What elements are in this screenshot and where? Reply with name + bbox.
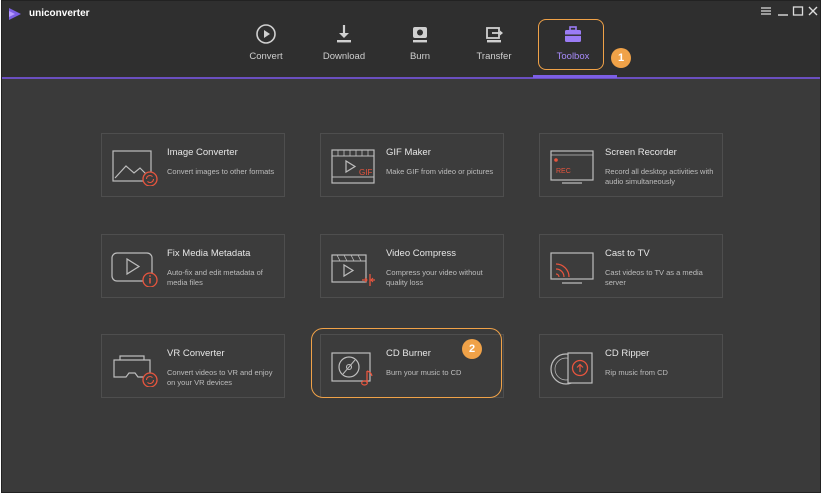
tab-convert[interactable]: Convert [233, 19, 299, 69]
vr-converter-icon [113, 355, 158, 387]
tool-description: Compress your video without quality loss [386, 268, 483, 287]
tool-title: CD Burner [386, 348, 431, 359]
transfer-icon [486, 27, 503, 43]
screen-recorder-icon: REC [550, 150, 594, 184]
tool-image-converter[interactable]: Image Converter Convert images to other … [101, 133, 285, 197]
app-window: uniconverter Convert Download Burn Trans… [1, 0, 821, 493]
tool-title: Fix Media Metadata [167, 248, 251, 259]
tab-download[interactable]: Download [311, 19, 377, 69]
tool-cast-to-tv[interactable]: Cast to TV Cast videos to TV as a media … [539, 234, 723, 298]
video-compress-icon [331, 254, 375, 286]
tool-description: Convert videos to VR and enjoy on your V… [167, 368, 273, 387]
cd-burner-icon [331, 352, 373, 386]
tool-cd-ripper[interactable]: CD Ripper Rip music from CD [539, 334, 723, 398]
image-converter-icon [112, 150, 158, 186]
tool-video-compress[interactable]: Video Compress Compress your video witho… [320, 234, 504, 298]
tool-description: Burn your music to CD [386, 368, 462, 377]
tool-description: Auto-fix and edit metadata of media file… [167, 268, 263, 287]
title-bar: uniconverter Convert Download Burn Trans… [2, 1, 820, 79]
gif-maker-icon: GIF [331, 149, 375, 184]
tool-description: Record all desktop activities with audio… [605, 167, 714, 186]
rec-label: REC [556, 168, 571, 175]
tab-label: Toolbox [556, 51, 590, 62]
tab-label: Download [322, 51, 366, 62]
cast-tv-icon [550, 252, 594, 284]
tool-title: Cast to TV [605, 248, 650, 259]
tab-toolbox[interactable]: Toolbox [540, 19, 606, 69]
tool-title: Image Converter [167, 147, 238, 158]
tool-title: CD Ripper [605, 348, 650, 359]
tool-title: VR Converter [167, 348, 225, 359]
fix-metadata-icon [111, 252, 158, 287]
burn-icon [413, 27, 427, 43]
tab-label: Transfer [476, 51, 512, 62]
tool-description: Convert images to other formats [167, 167, 275, 176]
toolbox-icon [565, 26, 581, 42]
tool-gif-maker[interactable]: GIF GIF Maker Make GIF from video or pic… [320, 133, 504, 197]
main-tabs: Convert Download Burn Transfer Toolbox [2, 1, 820, 77]
tool-fix-media-metadata[interactable]: Fix Media Metadata Auto-fix and edit met… [101, 234, 285, 298]
tool-title: Video Compress [386, 248, 457, 259]
tool-description: Rip music from CD [605, 368, 668, 377]
tab-label: Burn [409, 51, 431, 62]
callout-badge-1: 1 [611, 48, 631, 68]
tool-description: Make GIF from video or pictures [386, 167, 494, 176]
tool-screen-recorder[interactable]: REC Screen Recorder Record all desktop a… [539, 133, 723, 197]
tool-title: Screen Recorder [605, 147, 677, 158]
tab-transfer[interactable]: Transfer [461, 19, 527, 69]
tool-description: Cast videos to TV as a media server [605, 268, 703, 287]
active-tab-indicator [533, 75, 617, 78]
tab-label: Convert [249, 51, 283, 62]
download-icon [337, 25, 351, 43]
callout-badge-2: 2 [462, 339, 482, 359]
tool-vr-converter[interactable]: VR Converter Convert videos to VR and en… [101, 334, 285, 398]
gif-label: GIF [359, 168, 372, 177]
tab-burn[interactable]: Burn [387, 19, 453, 69]
convert-icon [256, 24, 276, 44]
cd-ripper-icon [550, 352, 593, 385]
tool-title: GIF Maker [386, 147, 431, 158]
